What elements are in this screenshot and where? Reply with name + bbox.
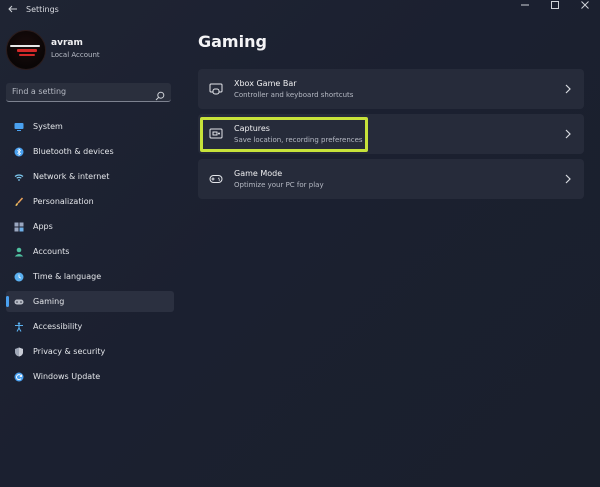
card-title: Game Mode [234,169,283,178]
close-button[interactable] [570,0,600,12]
sidebar-item-gaming[interactable]: Gaming [6,291,174,312]
sidebar-item-label: Privacy & security [33,347,106,356]
accessibility-icon [15,321,23,332]
globe-clock-icon [14,272,24,281]
sidebar-item-label: Gaming [33,297,65,306]
sidebar-item-bluetooth[interactable]: Bluetooth & devices [6,141,174,162]
title-bar: Settings [0,0,600,22]
sidebar-item-label: Accounts [33,247,70,256]
card-subtitle: Controller and keyboard shortcuts [234,91,354,99]
window-title: Settings [26,5,59,14]
search-input[interactable]: Find a setting [6,83,171,102]
avatar-logo-mark [10,45,40,47]
account-type: Local Account [51,51,100,59]
game-mode-card[interactable]: Game Mode Optimize your PC for play [198,159,584,199]
chevron-right-icon [565,174,571,184]
sidebar-item-label: Windows Update [33,372,101,381]
bluetooth-icon [14,147,24,156]
wifi-icon [14,173,24,181]
sidebar-item-accounts[interactable]: Accounts [6,241,174,262]
brush-icon [15,196,24,206]
sidebar-item-label: Time & language [33,272,102,281]
sidebar-item-label: Personalization [33,197,94,206]
avatar-logo-mark [19,54,35,56]
sidebar-item-system[interactable]: System [6,116,174,137]
update-icon [14,372,24,381]
sidebar-item-label: Network & internet [33,172,110,181]
chevron-right-icon [565,129,571,139]
game-bar-icon [209,83,223,95]
avatar-logo-mark [17,49,37,52]
settings-card-list: Xbox Game Bar Controller and keyboard sh… [198,69,584,204]
page-title: Gaming [198,32,267,51]
game-mode-icon [209,175,223,183]
sidebar-item-apps[interactable]: Apps [6,216,174,237]
user-name: avram [51,38,83,48]
search-icon[interactable] [155,86,165,101]
search-placeholder: Find a setting [12,87,67,96]
sidebar-item-personalization[interactable]: Personalization [6,191,174,212]
xbox-game-bar-card[interactable]: Xbox Game Bar Controller and keyboard sh… [198,69,584,109]
sidebar-item-network[interactable]: Network & internet [6,166,174,187]
maximize-button[interactable] [540,0,570,12]
sidebar-nav: System Bluetooth & devices Network & int… [6,116,174,391]
sidebar-item-label: Apps [33,222,53,231]
monitor-icon [14,122,24,131]
sidebar-item-privacy-security[interactable]: Privacy & security [6,341,174,362]
captures-card[interactable]: Captures Save location, recording prefer… [198,114,584,154]
card-subtitle: Optimize your PC for play [234,181,324,189]
gamepad-icon [14,299,24,304]
card-title: Captures [234,124,270,133]
chevron-right-icon [565,84,571,94]
sidebar-item-time-language[interactable]: Time & language [6,266,174,287]
capture-icon [209,128,223,139]
sidebar-item-accessibility[interactable]: Accessibility [6,316,174,337]
sidebar-item-windows-update[interactable]: Windows Update [6,366,174,387]
minimize-button[interactable] [510,0,540,12]
avatar [6,30,46,70]
shield-icon [15,347,23,356]
back-arrow-icon[interactable] [6,3,20,17]
sidebar-item-label: System [33,122,63,131]
person-icon [14,247,24,256]
sidebar-item-label: Bluetooth & devices [33,147,114,156]
sidebar-item-label: Accessibility [33,322,83,331]
user-profile[interactable]: avram Local Account [6,30,176,70]
settings-window: Settings avram Local Account Find a sett… [0,0,600,487]
card-title: Xbox Game Bar [234,79,297,88]
apps-icon [14,222,24,231]
card-subtitle: Save location, recording preferences [234,136,363,144]
